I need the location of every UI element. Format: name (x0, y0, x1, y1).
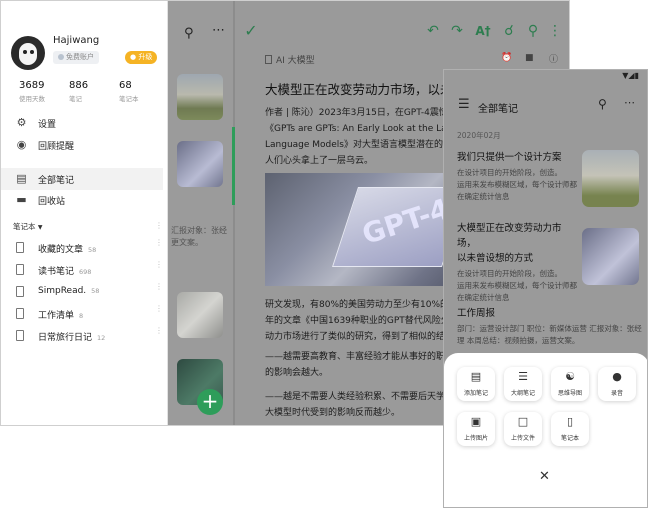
more-vertical-icon[interactable]: ⋮ (155, 283, 163, 291)
date-group-label: 2020年02月 (457, 131, 501, 140)
user-name: Hajiwang (53, 35, 100, 46)
notebook-item[interactable]: 日常旅行日记 12 ⋮ (1, 326, 163, 346)
done-check-icon[interactable]: ✓ (241, 19, 261, 43)
notebook-item[interactable]: 读书笔记 698 ⋮ (1, 260, 163, 280)
more-vertical-icon[interactable]: ⋮ (155, 239, 163, 247)
notebook-icon (16, 264, 24, 275)
new-note-action-sheet: ▤ 添加笔记 ☰ 大纲笔记 ☯ 思维导图 ● 录音 ▣ 上传图片 □ 上传文件 (444, 353, 647, 507)
more-icon[interactable]: ⋯ (212, 23, 225, 38)
sidebar-item-all-notes[interactable]: ▤ 全部笔记 (1, 168, 163, 190)
notebook-icon (16, 286, 24, 297)
notebook-item[interactable]: 工作清单 8 ⋮ (1, 304, 163, 324)
stat-days: 3689 使用天数 (19, 80, 45, 103)
action-outline-note[interactable]: ☰ 大纲笔记 (504, 367, 542, 401)
more-vertical-icon[interactable]: ⋮ (155, 221, 163, 230)
action-upload-image[interactable]: ▣ 上传图片 (457, 412, 495, 446)
note-notebook-label[interactable]: AI 大模型 (276, 56, 315, 66)
action-upload-file[interactable]: □ 上传文件 (504, 412, 542, 446)
screenshot-stage: ⚲ ⋯ 汇报对象：张经 更文案。 + ✓ ↶ ↷ A† ☌ ⚲ ⋮ AI 大模型… (0, 0, 650, 508)
signal-battery-icon: ▼◢▮ (622, 71, 639, 80)
stat-notes: 886 笔记 (69, 80, 89, 103)
list-item[interactable]: 我们只提供一个设计方案 在设计项目的开始阶段，创造。 运用来发布模糊区域，每个设… (457, 150, 579, 203)
notebook-item[interactable]: SimpRead. 58 ⋮ (1, 282, 163, 302)
text-format-icon[interactable]: A† (473, 19, 493, 43)
lock-icon[interactable]: ■ (525, 53, 534, 63)
note-thumbnail[interactable] (177, 74, 223, 120)
redo-icon[interactable]: ↷ (447, 19, 467, 43)
close-icon[interactable]: ✕ (539, 469, 550, 484)
notebooks-section-title[interactable]: 笔记本 ▼ (13, 221, 43, 232)
action-notebook[interactable]: ▯ 笔记本 (551, 412, 589, 446)
search-icon[interactable]: ⚲ (184, 26, 194, 41)
all-notes-icon: ▤ (16, 172, 27, 185)
phone-app: ▼◢▮ ☰ 全部笔记 ⚲ ⋯ 2020年02月 我们只提供一个设计方案 在设计项… (443, 69, 648, 508)
chevron-down-icon: ▼ (37, 224, 43, 231)
stat-notebooks: 68 笔记本 (119, 80, 139, 103)
notebook-icon (265, 55, 272, 64)
alarm-icon[interactable]: ⏰ (501, 53, 512, 63)
list-item[interactable]: 大模型正在改变劳动力市场， 以未曾设想的方式 在设计项目的开始阶段，创造。 运用… (457, 221, 579, 304)
add-note-icon: ▤ (470, 370, 482, 383)
editor-toolbar: ✓ ↶ ↷ A† ☌ ⚲ ⋮ (235, 19, 569, 45)
undo-icon[interactable]: ↶ (423, 19, 443, 43)
info-icon[interactable]: ⓘ (549, 52, 558, 65)
note-snippet: 汇报对象：张经 更文案。 (171, 226, 227, 247)
sidebar-item-settings[interactable]: ⚙ 设置 (1, 112, 163, 134)
add-note-fab[interactable]: + (197, 389, 223, 415)
image-upload-icon: ▣ (470, 415, 482, 428)
note-thumbnail[interactable] (177, 292, 223, 338)
status-bar: ▼◢▮ (444, 70, 647, 84)
sidebar-item-review[interactable]: ◉ 回顾提醒 (1, 134, 163, 156)
microphone-icon: ● (612, 370, 622, 383)
hamburger-menu-icon[interactable]: ☰ (458, 97, 470, 112)
notebook-icon: ▯ (566, 415, 574, 428)
notebook-item[interactable]: 收藏的文章 58 ⋮ (1, 238, 163, 258)
phone-header: ☰ 全部笔记 ⚲ ⋯ (444, 94, 647, 118)
file-upload-icon: □ (517, 415, 529, 428)
gear-icon: ⚙ (16, 116, 27, 129)
trash-icon: ▬ (16, 193, 27, 206)
more-vertical-icon[interactable]: ⋮ (155, 305, 163, 313)
avatar[interactable] (11, 36, 45, 70)
note-thumbnail[interactable] (582, 228, 639, 285)
notebook-icon (16, 308, 24, 319)
attachment-icon[interactable]: ☌ (499, 19, 519, 43)
mind-map-icon: ☯ (565, 370, 575, 383)
phone-page-title: 全部笔记 (478, 104, 518, 115)
upgrade-button[interactable]: ● 升级 (125, 51, 158, 64)
more-vertical-icon[interactable]: ⋮ (155, 261, 163, 269)
notebook-icon (16, 330, 24, 341)
note-thumbnail[interactable] (177, 141, 223, 187)
account-type-badge: 免费账户 (53, 51, 99, 64)
sidebar-item-trash[interactable]: ▬ 回收站 (1, 189, 163, 211)
notebook-icon (16, 242, 24, 253)
more-icon[interactable]: ⋯ (624, 96, 635, 109)
action-mind-map[interactable]: ☯ 思维导图 (551, 367, 589, 401)
review-reminder-icon: ◉ (16, 138, 27, 151)
share-icon[interactable]: ⚲ (523, 19, 543, 43)
action-add-note[interactable]: ▤ 添加笔记 (457, 367, 495, 401)
more-vertical-icon[interactable]: ⋮ (155, 327, 163, 335)
note-thumbnail[interactable] (582, 150, 639, 207)
more-vertical-icon[interactable]: ⋮ (545, 19, 565, 43)
outline-note-icon: ☰ (518, 370, 528, 383)
search-icon[interactable]: ⚲ (598, 97, 607, 111)
action-record-audio[interactable]: ● 录音 (598, 367, 636, 401)
sidebar-drawer: Hajiwang 免费账户 ● 升级 3689 使用天数 886 笔记 68 笔记本 … (1, 1, 168, 425)
list-item[interactable]: 工作周报 部门：运营设计部门 职位：新媒体运营 汇报对象：张经理 本周总结：视频… (457, 306, 642, 347)
